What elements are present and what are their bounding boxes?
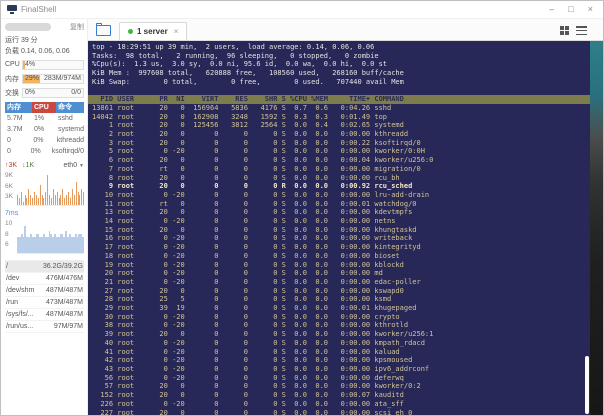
- disk-row[interactable]: /sys/fs/... 487M/487M: [5, 309, 84, 321]
- process-row: 13 root 20 0 0 0 0 S 0.0 0.0 0:00.00 kde…: [92, 208, 413, 217]
- process-row: 5 root 0 -20 0 0 0 S 0.0 0.0 0:00.00 kwo…: [92, 147, 425, 156]
- disk-usage-table: /36.2G/39.2G/dev 476M/476M/dev/shm 487M/48…: [5, 260, 84, 333]
- tab-close-icon[interactable]: ×: [174, 27, 179, 36]
- process-row: 19 root 0 -20 0 0 0 S 0.0 0.0 0:00.00 kb…: [92, 260, 404, 269]
- process-row: 42 root 0 -20 0 0 0 S 0.0 0.0 0:00.00 kp…: [92, 356, 413, 365]
- cpu-percent: 4%: [25, 60, 36, 68]
- process-rows: 13861 root 20 0 156964 5836 4176 S 0.7 0…: [92, 104, 590, 415]
- process-row: 16 root 0 -20 0 0 0 S 0.0 0.0 0:00.00 wr…: [92, 234, 413, 243]
- tab-bar: 1 server ×: [88, 19, 603, 41]
- process-row: 11 root rt 0 0 0 0 S 0.0 0.0 0:00.01 wat…: [92, 199, 417, 208]
- process-table-header: PID USER PR NI VIRT RES SHR S %CPU %MEM …: [88, 95, 590, 104]
- process-row: 17 root 0 -20 0 0 0 S 0.0 0.0 0:00.00 ki…: [92, 243, 421, 252]
- tab-label: 1 server: [137, 27, 168, 36]
- sidebar-process-rows: 5.7M 1% sshd 3.7M 0% systemd 0 0% kthreadd 0 0% kso…: [5, 113, 84, 157]
- sidebar-process-row[interactable]: 5.7M 1% sshd: [5, 113, 84, 124]
- title-bar: FinalShell – □ ×: [1, 1, 603, 19]
- process-row: 7 root rt 0 0 0 0 S 0.0 0.0 0:00.00 migr…: [92, 164, 421, 173]
- process-row: 8 root 20 0 0 0 0 S 0.0 0.0 0:00.00 rcu_…: [92, 173, 400, 182]
- process-row: 41 root 0 -20 0 0 0 S 0.0 0.0 0:00.00 ka…: [92, 347, 400, 356]
- disk-row[interactable]: /36.2G/39.2G: [5, 261, 84, 273]
- terminal-scrollbar[interactable]: [585, 356, 589, 414]
- process-row: 152 root 20 0 0 0 0 S 0.0 0.0 0:00.07 ka…: [92, 391, 404, 400]
- sidebar-process-table: 内存 CPU 命令 5.7M 1% sshd 3.7M 0% systemd 0 0% kthr…: [5, 102, 84, 157]
- grid-view-icon[interactable]: [560, 26, 569, 35]
- process-row: 227 root 20 0 0 0 0 S 0.0 0.0 0:00.00 sc…: [92, 408, 413, 415]
- process-row: 39 root 20 0 0 0 0 S 0.0 0.0 0:00.00 kwo…: [92, 330, 434, 339]
- chevron-down-icon: ▼: [79, 163, 84, 169]
- cpu-gauge: CPU 4%: [5, 58, 84, 71]
- process-row: 29 root 39 19 0 0 0 S 0.0 0.0 0:00.01 kh…: [92, 304, 417, 313]
- memory-gauge: 内存 29% 283M/974M: [5, 72, 84, 85]
- disk-row[interactable]: /run/us... 97M/97M: [5, 321, 84, 333]
- disk-row[interactable]: /dev 476M/476M: [5, 273, 84, 285]
- ping-value: 7ms: [5, 210, 19, 217]
- sidebar-process-row[interactable]: 3.7M 0% systemd: [5, 124, 84, 135]
- network-header: ↑ 3K ↓ 1K eth0 ▼: [5, 160, 84, 171]
- memory-detail: 283M/974M: [44, 74, 81, 82]
- process-row: 40 root 0 -20 0 0 0 S 0.0 0.0 0:00.00 km…: [92, 338, 425, 347]
- disk-row[interactable]: /dev/shm 487M/487M: [5, 285, 84, 297]
- app-icon: [7, 5, 17, 14]
- copy-button[interactable]: 复制: [70, 22, 84, 32]
- tab-server[interactable]: 1 server ×: [119, 22, 188, 40]
- network-chart: 9K 6K 3K: [5, 172, 85, 206]
- close-button[interactable]: ×: [588, 5, 593, 14]
- process-row: 14042 root 20 0 162908 3248 1592 S 0.3 0…: [92, 112, 388, 121]
- process-row: 13861 root 20 0 156964 5836 4176 S 0.7 0…: [92, 103, 392, 112]
- sidebar-process-row[interactable]: 0 0% kthreadd: [5, 135, 84, 146]
- swap-gauge: 交换 0% 0/0: [5, 86, 84, 99]
- process-row: 2 root 20 0 0 0 0 S 0.0 0.0 0:00.00 kthr…: [92, 130, 409, 139]
- process-row: 43 root 0 -20 0 0 0 S 0.0 0.0 0:00.00 ip…: [92, 365, 430, 373]
- swap-percent: 0%: [25, 88, 36, 96]
- host-name-redacted: [5, 23, 51, 31]
- process-row: 38 root 0 -20 0 0 0 S 0.0 0.0 0:00.00 kt…: [92, 321, 409, 330]
- process-row: 28 root 25 5 0 0 0 S 0.0 0.0 0:00.00 ksm…: [92, 295, 392, 304]
- connection-status-dot: [128, 29, 133, 34]
- monitor-sidebar: 复制 运行 39 分 负载 0.14, 0.06, 0.06 CPU 4% 内存…: [1, 19, 88, 415]
- right-edge-strip: [590, 41, 603, 415]
- swap-detail: 0/0: [71, 88, 81, 96]
- sidebar-process-header: 内存 CPU 命令: [5, 102, 84, 113]
- process-row: 56 root 0 -20 0 0 0 S 0.0 0.0 0:00.00 de…: [92, 373, 404, 382]
- disk-row[interactable]: /run 473M/487M: [5, 297, 84, 309]
- process-row: 27 root 20 0 0 0 0 S 0.0 0.0 0:00.00 ksw…: [92, 286, 404, 295]
- process-row: 18 root 0 -20 0 0 0 S 0.0 0.0 0:00.00 bi…: [92, 251, 400, 260]
- process-row: 1 root 20 0 125456 3812 2564 S 0.0 0.4 0…: [92, 121, 404, 130]
- process-row: 15 root 20 0 0 0 0 S 0.0 0.0 0:00.00 khu…: [92, 225, 417, 234]
- uptime-label: 运行 39 分: [5, 37, 38, 44]
- process-row: 57 root 20 0 0 0 0 S 0.0 0.0 0:00.00 kwo…: [92, 382, 421, 391]
- memory-percent: 29%: [25, 74, 40, 82]
- menu-icon[interactable]: [576, 26, 587, 35]
- process-row: 9 root 20 0 0 0 0 R 0.0 0.0 0:00.92 rcu_…: [92, 182, 413, 191]
- minimize-button[interactable]: –: [549, 5, 554, 14]
- process-row: 14 root 0 -20 0 0 0 S 0.0 0.0 0:00.00 ne…: [92, 217, 396, 226]
- process-row: 6 root 20 0 0 0 0 S 0.0 0.0 0:00.04 kwor…: [92, 156, 434, 165]
- interface-dropdown[interactable]: eth0 ▼: [63, 162, 84, 169]
- process-row: 20 root 0 -20 0 0 0 S 0.0 0.0 0:00.00 md: [92, 269, 383, 278]
- top-summary: top - 18:29:51 up 39 min, 2 users, load …: [92, 43, 404, 86]
- terminal[interactable]: top - 18:29:51 up 39 min, 2 users, load …: [88, 41, 590, 415]
- process-row: 226 root 0 -20 0 0 0 S 0.0 0.0 0:00.00 a…: [92, 399, 404, 408]
- process-row: 10 root 0 -20 0 0 0 S 0.0 0.0 0:00.00 lr…: [92, 190, 430, 199]
- ping-chart: 10 8 6: [5, 220, 84, 254]
- maximize-button[interactable]: □: [568, 5, 573, 14]
- app-title: FinalShell: [21, 5, 57, 14]
- load-label: 负载 0.14, 0.06, 0.06: [5, 48, 70, 55]
- folder-icon[interactable]: [96, 23, 111, 36]
- process-row: 21 root 0 -20 0 0 0 S 0.0 0.0 0:00.00 ed…: [92, 277, 421, 286]
- process-row: 3 root 20 0 0 0 0 S 0.0 0.0 0:00.22 ksof…: [92, 138, 421, 147]
- finalshell-window: FinalShell – □ × 复制 运行 39 分 负载 0.14, 0.0…: [0, 0, 604, 416]
- upload-rate: 3K: [8, 162, 18, 169]
- download-rate: 1K: [25, 162, 35, 169]
- process-row: 30 root 0 -20 0 0 0 S 0.0 0.0 0:00.00 cr…: [92, 312, 400, 321]
- sidebar-process-row[interactable]: 0 0% ksoftirqd/0: [5, 146, 84, 157]
